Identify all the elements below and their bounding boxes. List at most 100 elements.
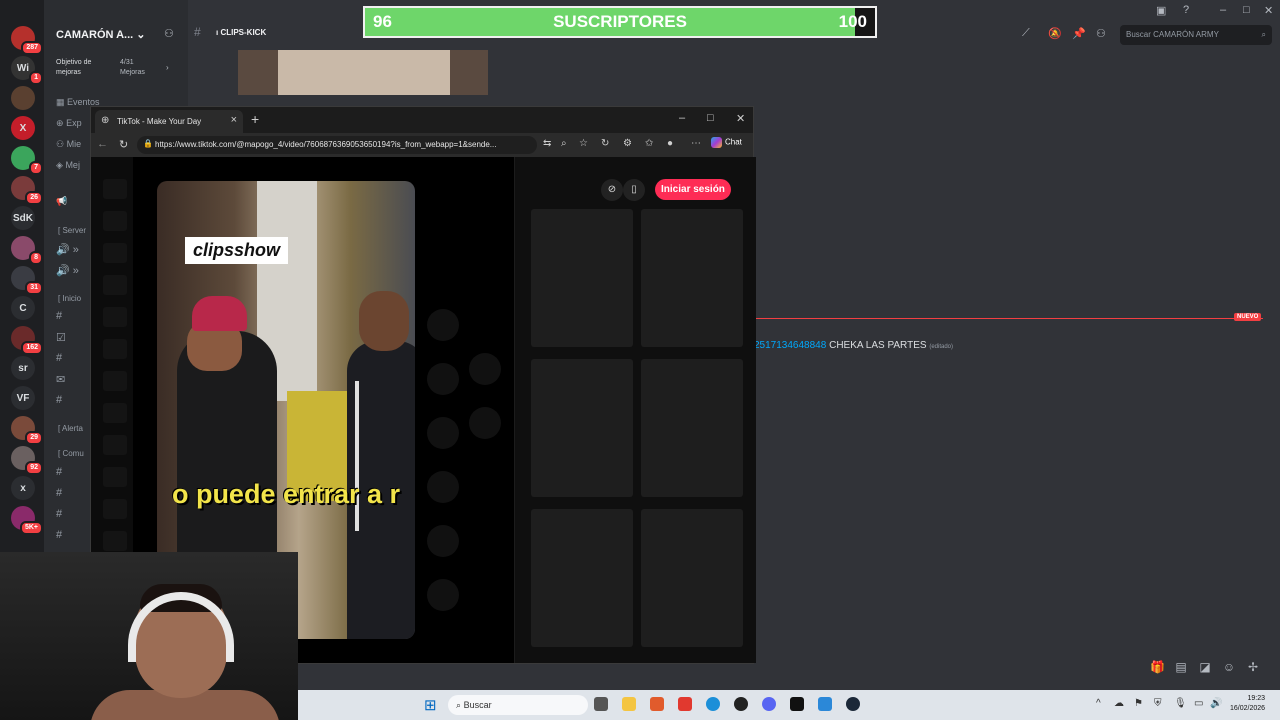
new-tab-icon[interactable]: + [251,111,259,127]
sidebar-nav-item[interactable] [103,179,127,199]
sidebar-nav-item[interactable] [103,403,127,423]
taskbar-search[interactable]: ⌕ Buscar [448,695,588,715]
guild-name[interactable]: CAMARÓN A... ⌄ [56,28,145,41]
text-channel[interactable]: # [56,466,62,478]
server-icon[interactable]: VF [11,386,35,410]
text-channel[interactable]: # [56,508,62,520]
zoom-icon[interactable]: ⌕ [561,138,567,149]
tab-close-icon[interactable]: × [231,114,237,126]
network-icon[interactable]: ▭ [1194,698,1203,709]
server-icon[interactable]: 8 [11,236,43,265]
nav-boosts[interactable]: ◈ Mej [56,160,80,171]
shield-icon[interactable]: ⛨ [1154,698,1162,709]
task-view-icon[interactable] [594,697,608,711]
maximize-icon[interactable]: □ [707,112,714,124]
action-button-placeholder[interactable] [469,407,501,439]
app-icon[interactable] [790,697,804,711]
emoji-icon[interactable]: ☺ [1222,660,1236,674]
action-button-placeholder[interactable] [427,579,459,611]
maximize-icon[interactable]: □ [1243,4,1250,16]
sidebar-nav-item[interactable] [103,531,127,551]
mute-icon[interactable]: 🔕 [1048,27,1062,40]
sidebar-nav-item[interactable] [103,339,127,359]
sidebar-nav-item[interactable] [103,275,127,295]
server-icon[interactable]: Wi 1 [11,56,43,85]
sticker-icon[interactable]: ◪ [1198,660,1212,674]
gift-icon[interactable]: 🎁 [1150,660,1165,674]
reload-icon[interactable]: ↻ [119,138,128,151]
action-button-placeholder[interactable] [427,471,459,503]
nav-explore[interactable]: ⊕ Exp [56,118,82,129]
server-icon[interactable]: 29 [11,416,43,445]
members-icon[interactable]: ⚇ [1096,27,1106,40]
server-icon[interactable]: 287 [11,26,43,55]
sidebar-nav-item[interactable] [103,371,127,391]
inbox-icon[interactable]: ▣ [1156,4,1166,17]
login-button[interactable]: Iniciar sesión [655,179,731,200]
onedrive-icon[interactable]: ☁ [1114,698,1124,709]
server-icon[interactable]: X [11,116,35,140]
sidebar-nav-item[interactable] [103,307,127,327]
pin-icon[interactable]: 📌 [1072,27,1086,40]
category-alerta[interactable]: [ Alerta [58,424,83,433]
phone-icon[interactable]: ▯ [623,179,645,201]
steam-icon[interactable] [846,697,860,711]
action-button-placeholder[interactable] [427,525,459,557]
obs-icon[interactable] [734,697,748,711]
text-channel[interactable]: # [56,352,62,364]
action-button-placeholder[interactable] [427,363,459,395]
favorite-icon[interactable]: ☆ [579,138,588,149]
message-image-thumbnail[interactable] [238,50,488,95]
text-channel[interactable]: # [56,394,62,406]
server-icon[interactable]: 92 [11,446,43,475]
video-thumbnail-placeholder[interactable] [531,359,633,497]
video-thumbnail-placeholder[interactable] [531,509,633,647]
server-icon[interactable]: 5K+ [11,506,43,535]
nav-members[interactable]: ⚇ Mie [56,139,81,150]
voice-channel[interactable]: 🔊 » [56,264,79,277]
server-icon[interactable]: sr [11,356,35,380]
windows-start-icon[interactable]: ⊞ [424,696,437,714]
more-icon[interactable]: ⋯ [691,138,701,149]
text-channel[interactable]: # [56,310,62,322]
server-icon[interactable]: x [11,476,35,500]
server-icon[interactable]: SdK [11,206,35,230]
translate-icon[interactable]: ⇆ [543,138,551,149]
wps-icon[interactable] [678,697,692,711]
server-icon[interactable]: 26 [11,176,43,205]
refresh-extension-icon[interactable]: ↻ [601,138,609,149]
voice-channel[interactable]: 🔊 » [56,243,79,256]
chevron-up-icon[interactable]: ^ [1096,698,1101,709]
compass-icon[interactable]: ⊘ [601,179,623,201]
tray-app-icon[interactable]: ⚑ [1134,698,1143,709]
extensions-icon[interactable]: ⚙ [623,138,632,149]
sidebar-nav-item[interactable] [103,435,127,455]
server-icon[interactable] [11,86,35,110]
search-input[interactable]: Buscar CAMARÓN ARMY ⌕ [1120,25,1272,45]
action-button-placeholder[interactable] [469,353,501,385]
clock[interactable]: 19:23 16/02/2026 [1230,694,1265,714]
server-icon[interactable]: 162 [11,326,43,355]
notepad-icon[interactable] [818,697,832,711]
add-member-icon[interactable]: ⚇ [164,27,174,40]
minimize-icon[interactable]: – [679,112,685,124]
text-channel[interactable]: # [56,529,62,541]
apps-icon[interactable]: ✢ [1246,660,1260,674]
help-icon[interactable]: ? [1183,4,1189,16]
threads-icon[interactable]: ⟋ [1022,27,1030,40]
url-input[interactable]: 🔒 https://www.tiktok.com/@mapogo_4/video… [137,136,537,154]
server-icon[interactable]: 7 [11,146,43,175]
file-explorer-icon[interactable] [622,697,636,711]
browser-tab[interactable]: ⊕ TikTok - Make Your Day × [95,110,243,133]
gif-icon[interactable]: ▤ [1174,660,1188,674]
action-button-placeholder[interactable] [427,309,459,341]
chevron-right-icon[interactable]: › [166,63,169,72]
volume-icon[interactable]: 🔊 [1210,698,1222,709]
announce-channel[interactable]: 📢 [56,196,67,207]
edge-icon[interactable] [706,697,720,711]
close-icon[interactable]: ✕ [1264,4,1273,17]
close-icon[interactable]: ✕ [736,112,745,125]
minimize-icon[interactable]: – [1220,4,1226,16]
category-server[interactable]: [ Server [58,226,86,235]
text-channel[interactable]: ☑ [56,331,66,344]
